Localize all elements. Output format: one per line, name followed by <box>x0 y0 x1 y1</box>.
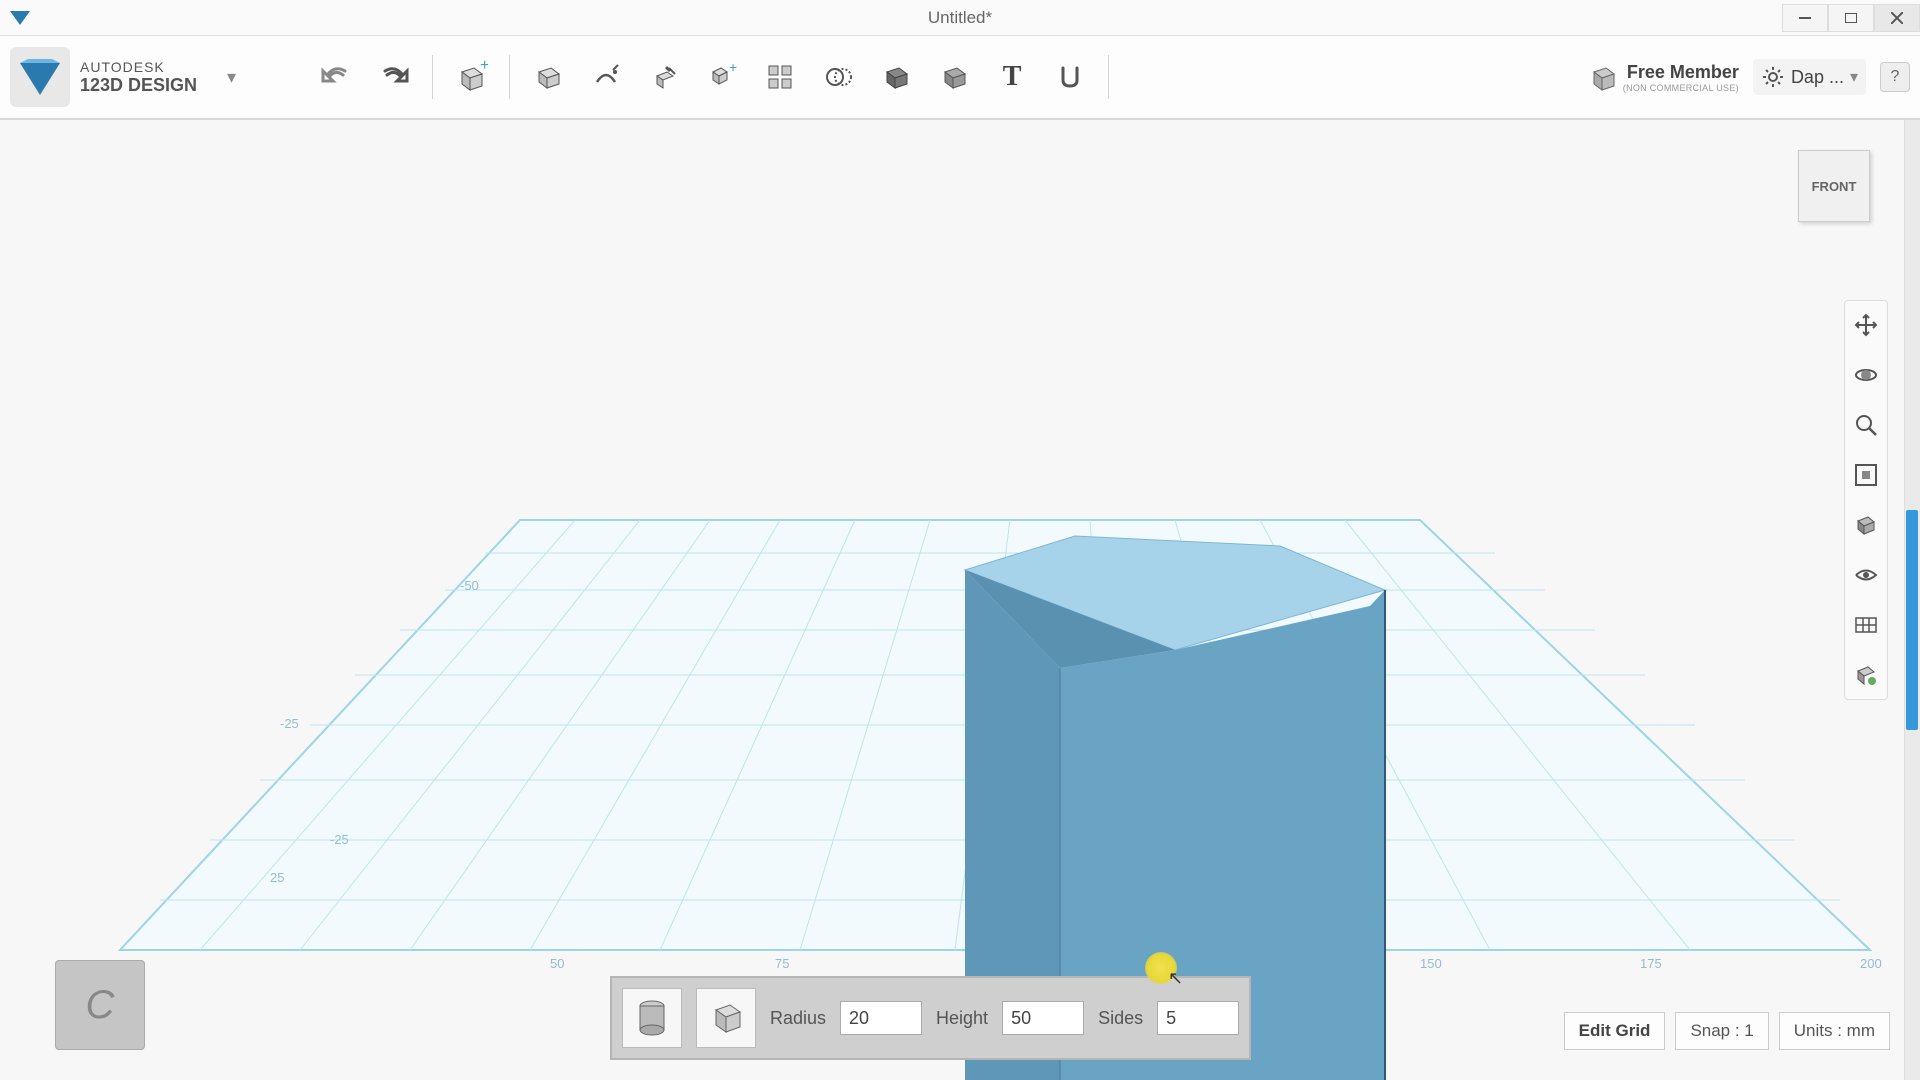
app-menu-chevron-icon[interactable]: ▾ <box>227 67 236 88</box>
help-button[interactable]: ? <box>1880 62 1910 92</box>
user-menu[interactable]: Dap ... ▾ <box>1753 59 1866 95</box>
main-toolbar: AUTODESK 123D DESIGN ▾ + + T Free Member… <box>0 36 1920 120</box>
window-title: Untitled* <box>928 8 992 28</box>
viewport[interactable]: -50 -25 -25 25 50 75 150 175 200 ↖ <box>0 120 1920 1080</box>
close-button[interactable] <box>1874 4 1920 32</box>
maximize-button[interactable] <box>1828 4 1874 32</box>
separator <box>509 55 510 99</box>
minimize-button[interactable] <box>1782 4 1828 32</box>
history-group <box>316 57 414 97</box>
app-name: AUTODESK 123D DESIGN <box>80 59 197 96</box>
sketch-button[interactable] <box>528 57 568 97</box>
prism-wire-icon[interactable] <box>696 988 756 1048</box>
radius-input[interactable] <box>840 1001 922 1035</box>
nav-toolbar <box>1844 300 1888 700</box>
construct-button[interactable] <box>586 57 626 97</box>
titlebar: Untitled* <box>0 0 1920 36</box>
snap-display[interactable]: Snap : 1 <box>1675 1012 1768 1050</box>
edit-grid-button[interactable]: Edit Grid <box>1564 1012 1666 1050</box>
orbit-button[interactable] <box>1848 357 1884 393</box>
chevron-down-icon: ▾ <box>1850 67 1858 87</box>
brand-label: AUTODESK <box>80 59 197 75</box>
text-button[interactable]: T <box>992 57 1032 97</box>
separator <box>1108 55 1109 99</box>
zoom-button[interactable] <box>1848 407 1884 443</box>
units-display[interactable]: Units : mm <box>1779 1012 1890 1050</box>
modeling-group: + T <box>528 57 1090 97</box>
home-view-widget[interactable]: C <box>55 960 145 1050</box>
snap-button[interactable] <box>1050 57 1090 97</box>
combine-button[interactable] <box>818 57 858 97</box>
app-mark-icon <box>0 11 40 25</box>
primitives-button[interactable]: + <box>451 57 491 97</box>
fit-button[interactable] <box>1848 457 1884 493</box>
scrollbar-thumb[interactable] <box>1906 510 1918 730</box>
height-label: Height <box>936 1008 988 1029</box>
visibility-button[interactable] <box>1848 557 1884 593</box>
product-label: 123D DESIGN <box>80 75 197 96</box>
pattern-button[interactable]: + <box>702 57 742 97</box>
membership-line2: (NON COMMERCIAL USE) <box>1623 83 1739 93</box>
membership-badge: Free Member (NON COMMERCIAL USE) <box>1623 62 1739 93</box>
gear-icon <box>1761 65 1785 89</box>
radius-label: Radius <box>770 1008 826 1029</box>
svg-text:+: + <box>480 60 488 74</box>
convert-button[interactable] <box>934 57 974 97</box>
sides-input[interactable] <box>1157 1001 1239 1035</box>
membership-line1: Free Member <box>1623 62 1739 83</box>
svg-text:+: + <box>729 62 737 75</box>
sides-label: Sides <box>1098 1008 1143 1029</box>
undo-button[interactable] <box>316 57 356 97</box>
grouping-button[interactable] <box>760 57 800 97</box>
measure-button[interactable] <box>876 57 916 97</box>
prism-solid-icon[interactable] <box>622 988 682 1048</box>
user-name-label: Dap ... <box>1791 67 1844 88</box>
redo-button[interactable] <box>374 57 414 97</box>
parameters-panel: Radius Height Sides <box>610 976 1251 1060</box>
prism-shape[interactable] <box>0 120 1920 1080</box>
pan-button[interactable] <box>1848 307 1884 343</box>
separator <box>432 55 433 99</box>
home-icon: C <box>86 983 115 1028</box>
shading-button[interactable] <box>1848 507 1884 543</box>
modify-button[interactable] <box>644 57 684 97</box>
app-logo-icon[interactable] <box>10 47 70 107</box>
vertical-scrollbar[interactable] <box>1904 120 1920 1080</box>
cursor-icon: ↖ <box>1168 968 1183 989</box>
materials-button[interactable] <box>1848 657 1884 693</box>
viewcube-face-label: FRONT <box>1812 179 1857 194</box>
status-bar: Edit Grid Snap : 1 Units : mm <box>1564 1012 1890 1050</box>
window-controls <box>1782 4 1920 32</box>
grid-toggle-button[interactable] <box>1848 607 1884 643</box>
extrude-icon[interactable] <box>1583 57 1623 97</box>
viewcube[interactable]: FRONT <box>1798 150 1870 222</box>
height-input[interactable] <box>1002 1001 1084 1035</box>
